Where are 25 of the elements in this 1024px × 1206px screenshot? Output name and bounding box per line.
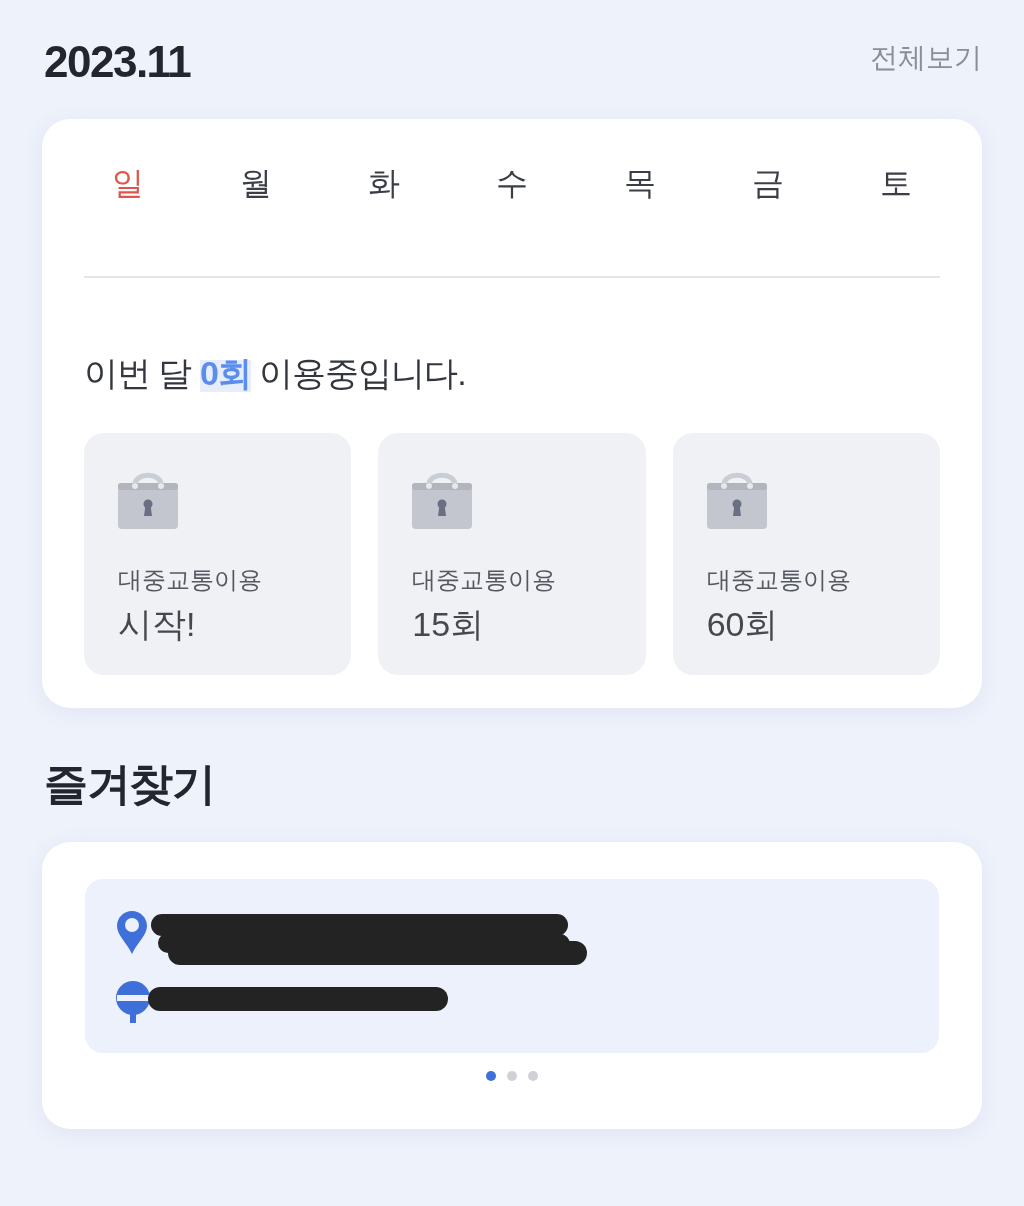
page-indicator-dot[interactable] (486, 1071, 496, 1081)
favorites-heading: 즐겨찾기 (43, 758, 214, 810)
achievement-card[interactable]: 대중교통이용 시작! (84, 433, 352, 675)
page-indicator-dot[interactable] (507, 1071, 517, 1081)
weekday-label: 수 (496, 164, 528, 203)
favorite-route-card[interactable] (85, 879, 939, 1053)
bus-stop-icon (115, 981, 151, 1023)
page-indicator-dot[interactable] (528, 1071, 538, 1081)
weekday-label: 일 (112, 164, 144, 203)
weekday-label: 토 (880, 164, 912, 203)
weekday-label: 목 (624, 164, 656, 203)
badge-goal: 시작! (118, 604, 196, 645)
weekday-label: 금 (752, 164, 784, 203)
achievement-card[interactable]: 대중교통이용 15회 (378, 433, 646, 675)
badge-caption: 대중교통이용 (706, 565, 851, 595)
badge-caption: 대중교통이용 (118, 565, 262, 595)
achievement-card[interactable]: 대중교통이용 60회 (672, 433, 940, 675)
location-pin-icon (117, 911, 147, 954)
badge-caption: 대중교통이용 (412, 565, 557, 595)
month-title: 2023.11 (43, 36, 191, 88)
weekday-label: 월 (240, 164, 272, 203)
usage-summary: 이번 달 0회 이용중입니다. (84, 353, 466, 394)
weekday-label: 화 (368, 164, 400, 203)
badge-goal: 15회 (412, 604, 485, 645)
badge-goal: 60회 (706, 604, 779, 645)
